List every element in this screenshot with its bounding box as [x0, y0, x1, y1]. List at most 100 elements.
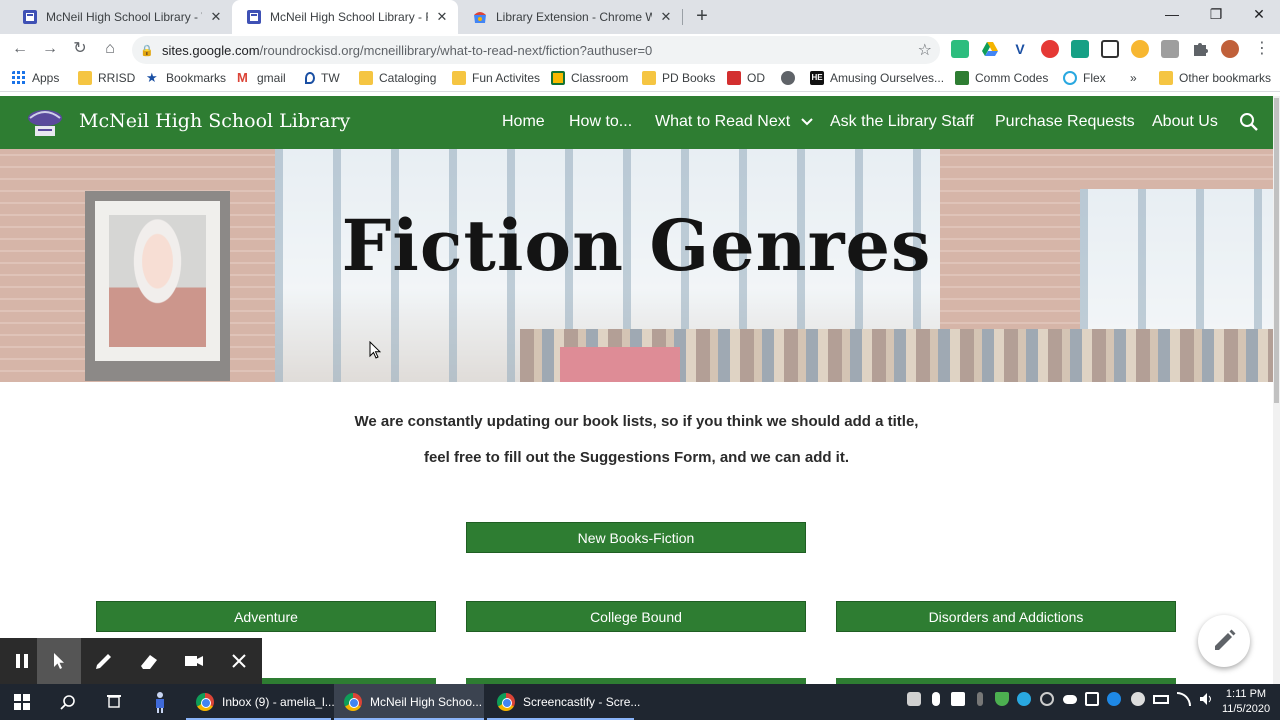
folder-icon — [452, 71, 466, 85]
bookmark-pd-books[interactable]: PD Books — [642, 70, 715, 86]
bookmarks-overflow-button[interactable]: » — [1130, 70, 1137, 86]
bookmark-bookmarks[interactable]: ★ Bookmarks — [146, 70, 226, 86]
task-view-button[interactable] — [92, 684, 136, 720]
tray-icon[interactable] — [907, 692, 921, 706]
nav-ask-library-staff[interactable]: Ask the Library Staff — [830, 113, 974, 131]
bookmark-fun-activites[interactable]: Fun Activites — [452, 70, 540, 86]
puzzle-icon[interactable] — [1191, 40, 1209, 58]
address-bar[interactable]: 🔒 sites.google.com/roundrockisd.org/mcne… — [132, 36, 940, 64]
pinned-app-button[interactable] — [138, 684, 182, 720]
lock-icon[interactable]: 🔒 — [132, 44, 162, 57]
profile-avatar[interactable] — [1221, 40, 1239, 58]
browser-tab[interactable]: Library Extension - Chrome Web ✕ — [458, 0, 682, 34]
bluetooth-icon[interactable] — [1107, 692, 1121, 706]
onedrive-icon[interactable] — [1063, 695, 1077, 704]
bookmark-classroom[interactable]: Classroom — [551, 70, 628, 86]
chrome-icon — [497, 693, 515, 711]
plus-extension-icon[interactable] — [1071, 40, 1089, 58]
defender-icon[interactable] — [995, 692, 1009, 706]
disorders-and-addictions-button[interactable]: Disorders and Addictions — [836, 601, 1176, 632]
school-logo[interactable] — [26, 106, 64, 138]
close-icon[interactable]: ✕ — [208, 9, 224, 25]
settings-sync-icon[interactable] — [1131, 692, 1145, 706]
bookmark-star-icon[interactable]: ☆ — [918, 40, 932, 60]
clock-date: 11/5/2020 — [1221, 703, 1271, 715]
emoji-extension-icon[interactable] — [1131, 40, 1149, 58]
shield-icon[interactable] — [951, 692, 965, 706]
v-extension-icon[interactable]: V — [1011, 40, 1029, 58]
taskbar-chrome-screencastify[interactable]: Screencastify - Scre... — [487, 684, 640, 720]
site-title[interactable]: McNeil High School Library — [79, 110, 350, 132]
edit-fab-button[interactable] — [1198, 615, 1250, 667]
camera-toggle-button[interactable] — [172, 638, 216, 684]
bookmark-amusing-ourselves[interactable]: HE Amusing Ourselves... — [810, 70, 944, 86]
volume-icon[interactable] — [1199, 692, 1213, 706]
close-window-button[interactable]: ✕ — [1237, 0, 1280, 30]
nav-home[interactable]: Home — [502, 113, 545, 131]
battery-icon[interactable] — [1153, 695, 1169, 704]
reload-button[interactable]: ↻ — [68, 38, 92, 62]
nav-about-us[interactable]: About Us — [1152, 113, 1218, 131]
minimize-button[interactable]: — — [1150, 0, 1194, 30]
network-globe-icon[interactable] — [1017, 692, 1031, 706]
start-button[interactable] — [0, 684, 44, 720]
home-button[interactable]: ⌂ — [98, 38, 122, 62]
bookmark-label: PD Books — [662, 71, 716, 85]
books-extension-icon[interactable] — [1161, 40, 1179, 58]
browser-tab[interactable]: McNeil High School Library - Wh ✕ — [8, 0, 232, 34]
grid-extension-icon[interactable] — [1101, 40, 1119, 58]
chevron-down-icon — [800, 118, 813, 126]
clock-time: 1:11 PM — [1225, 688, 1267, 700]
bookmark-cataloging[interactable]: Cataloging — [359, 70, 436, 86]
nav-what-to-read-next[interactable]: What to Read Next — [655, 113, 813, 131]
bookmark-comm-codes[interactable]: Comm Codes — [955, 70, 1048, 86]
taskbar-chrome-mcneil[interactable]: McNeil High Schoo... — [334, 684, 484, 720]
google-sites-icon — [247, 10, 261, 24]
pointer-tool-button[interactable] — [37, 638, 81, 684]
bookmark-od[interactable]: OD — [727, 70, 765, 86]
extension-icon[interactable] — [951, 40, 969, 58]
new-books-fiction-button[interactable]: New Books-Fiction — [466, 522, 806, 553]
new-tab-button[interactable]: + — [690, 5, 714, 29]
forward-button[interactable]: → — [38, 38, 62, 62]
taskbar-label: Screencastify - Scre... — [523, 695, 641, 709]
back-button[interactable]: ← — [8, 38, 32, 62]
pen-tool-button[interactable] — [82, 638, 126, 684]
college-bound-button[interactable]: College Bound — [466, 601, 806, 632]
adventure-button[interactable]: Adventure — [96, 601, 436, 632]
bookmark-label: Comm Codes — [975, 71, 1049, 85]
close-toolbar-button[interactable] — [217, 638, 261, 684]
browser-tab-active[interactable]: McNeil High School Library - Fict ✕ — [232, 0, 458, 34]
taskbar-chrome-inbox[interactable]: Inbox (9) - amelia_l... — [186, 684, 335, 720]
bookmark-flex[interactable]: Flex — [1063, 70, 1106, 86]
search-button[interactable] — [46, 684, 90, 720]
sync-icon[interactable] — [1040, 692, 1054, 706]
bookmark-other-bookmarks[interactable]: Other bookmarks — [1159, 70, 1271, 86]
bookmark-rrisd[interactable]: RRISD — [78, 70, 135, 86]
google-drive-icon[interactable] — [981, 40, 999, 58]
kebab-menu-icon[interactable]: ⋮ — [1253, 40, 1271, 58]
close-icon[interactable]: ✕ — [658, 9, 674, 25]
url-path: /roundrockisd.org/mcneillibrary/what-to-… — [259, 42, 653, 58]
search-icon[interactable] — [1239, 112, 1259, 132]
bookmark-apps[interactable]: Apps — [12, 70, 59, 86]
bookmark-gmail[interactable]: Mgmail — [237, 70, 286, 86]
bookmark-label: TW — [321, 71, 340, 85]
bookmark-tw[interactable]: TW — [305, 70, 340, 86]
record-extension-icon[interactable] — [1041, 40, 1059, 58]
nav-purchase-requests[interactable]: Purchase Requests — [995, 113, 1135, 131]
tab-title: McNeil High School Library - Fict — [270, 10, 428, 24]
bookmark-label: RRISD — [98, 71, 136, 85]
wifi-icon[interactable] — [1177, 692, 1191, 706]
bookmark-globe[interactable] — [781, 70, 801, 86]
eraser-tool-button[interactable] — [127, 638, 171, 684]
microphone-muted-icon[interactable] — [977, 692, 983, 706]
restore-button[interactable]: ❐ — [1194, 0, 1238, 30]
microphone-icon[interactable] — [932, 692, 940, 706]
device-icon[interactable] — [1085, 692, 1099, 706]
system-clock[interactable]: 1:11 PM 11/5/2020 — [1216, 687, 1276, 717]
scrollbar-thumb[interactable] — [1274, 98, 1279, 403]
nav-how-to[interactable]: How to... — [569, 113, 632, 131]
close-icon[interactable]: ✕ — [434, 9, 450, 25]
tab-separator — [682, 9, 683, 25]
